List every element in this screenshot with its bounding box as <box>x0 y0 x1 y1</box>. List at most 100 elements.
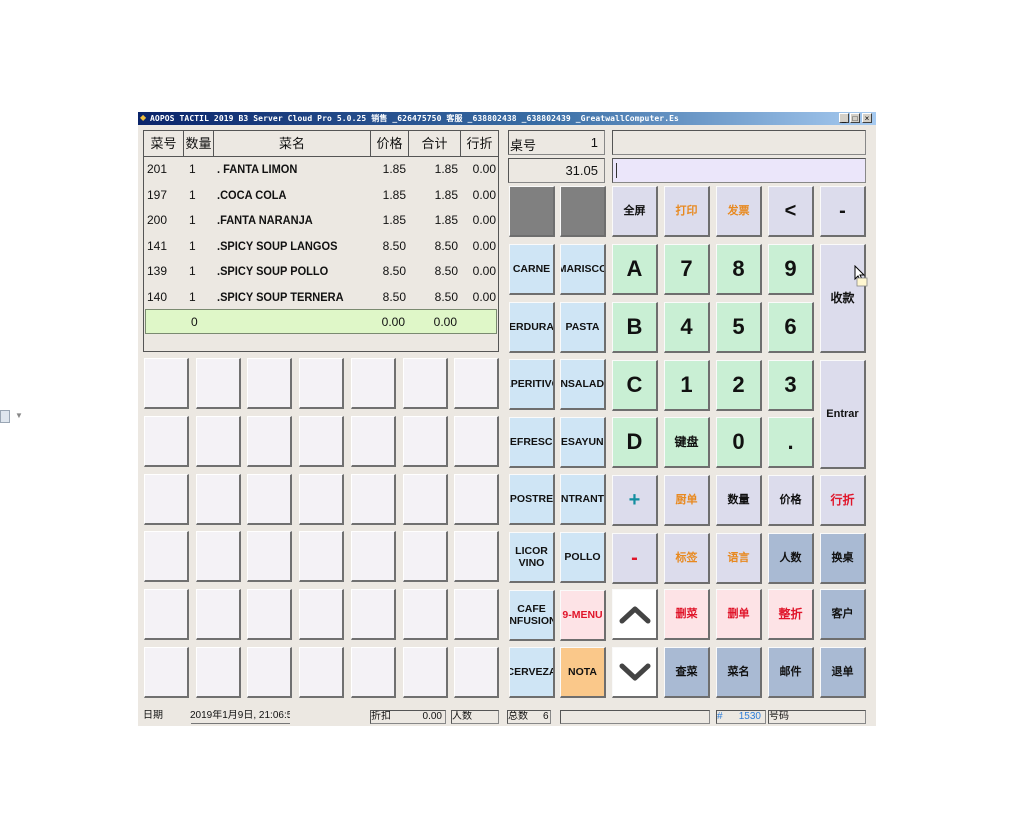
category-cafe-infusion[interactable]: CAFE INFUSION <box>509 589 555 641</box>
table-slot-button[interactable] <box>144 531 189 583</box>
print-button[interactable]: 打印 <box>664 186 710 237</box>
table-slot-button[interactable] <box>350 358 396 409</box>
backspace-button[interactable]: < <box>768 186 814 237</box>
scroll-down-button[interactable] <box>612 647 658 698</box>
table-slot-button[interactable] <box>299 473 345 525</box>
table-slot-button[interactable] <box>144 358 189 409</box>
table-slot-button[interactable] <box>402 358 448 409</box>
table-slot-button[interactable] <box>247 358 293 409</box>
table-slot-button[interactable] <box>299 589 345 641</box>
item-name-button[interactable]: 菜名 <box>716 647 762 698</box>
guests-button[interactable]: 人数 <box>768 533 814 584</box>
delete-order-button[interactable]: 删单 <box>716 589 762 640</box>
table-slot-button[interactable] <box>454 415 500 467</box>
category-verduras[interactable]: VERDURAS <box>509 301 555 353</box>
key-9[interactable]: 9 <box>768 244 814 295</box>
minimize-button[interactable]: _ <box>839 113 849 123</box>
order-row[interactable]: 197 1 .COCA COLA 1.85 1.85 0.00 <box>144 183 498 208</box>
refund-button[interactable]: 退单 <box>820 647 866 698</box>
category-ensalada[interactable]: ENSALADA <box>560 359 606 411</box>
close-button[interactable]: × <box>862 113 872 123</box>
blank-gray-button-1[interactable] <box>509 186 555 237</box>
category-nota[interactable]: NOTA <box>560 647 606 699</box>
invoice-button[interactable]: 发票 <box>716 186 762 237</box>
order-row[interactable]: 141 1 .SPICY SOUP LANGOS 8.50 8.50 0.00 <box>144 234 498 259</box>
language-button[interactable]: 语言 <box>716 533 762 584</box>
category-licor-vino[interactable]: LICOR VINO <box>509 532 555 583</box>
table-slot-button[interactable] <box>195 531 241 583</box>
table-slot-button[interactable] <box>454 647 500 698</box>
key-dot[interactable]: . <box>768 417 814 469</box>
category-aperitivo[interactable]: APERITIVO <box>509 359 555 411</box>
category-cerveza[interactable]: CERVEZA <box>509 647 555 699</box>
col-total[interactable]: 合计 <box>409 131 461 156</box>
order-row[interactable]: 140 1 .SPICY SOUP TERNERA 8.50 8.50 0.00 <box>144 285 498 310</box>
table-slot-button[interactable] <box>299 647 345 698</box>
key-d[interactable]: D <box>612 417 658 469</box>
table-slot-button[interactable] <box>247 531 293 583</box>
category-9-menu[interactable]: 9-MENU <box>560 589 606 641</box>
table-slot-button[interactable] <box>402 531 448 583</box>
key-6[interactable]: 6 <box>768 301 814 353</box>
table-slot-button[interactable] <box>454 589 500 641</box>
table-slot-button[interactable] <box>402 589 448 641</box>
table-slot-button[interactable] <box>247 647 293 698</box>
table-slot-button[interactable] <box>350 647 396 698</box>
key-a[interactable]: A <box>612 244 658 295</box>
table-slot-button[interactable] <box>350 473 396 525</box>
customer-button[interactable]: 客户 <box>820 589 866 640</box>
table-slot-button[interactable] <box>299 531 345 583</box>
col-discount[interactable]: 行折 <box>461 131 498 156</box>
table-slot-button[interactable] <box>247 589 293 641</box>
category-refresco[interactable]: REFRESCO <box>509 416 555 468</box>
search-item-button[interactable]: 查菜 <box>664 647 710 698</box>
category-carne[interactable]: CARNE <box>509 244 555 295</box>
key-2[interactable]: 2 <box>716 359 762 411</box>
table-slot-button[interactable] <box>454 531 500 583</box>
table-slot-button[interactable] <box>144 589 189 641</box>
col-qty[interactable]: 数量 <box>184 131 214 156</box>
key-5[interactable]: 5 <box>716 301 762 353</box>
table-slot-button[interactable] <box>195 473 241 525</box>
category-pollo[interactable]: POLLO <box>560 532 606 583</box>
table-slot-button[interactable] <box>350 415 396 467</box>
key-8[interactable]: 8 <box>716 244 762 295</box>
change-table-button[interactable]: 换桌 <box>820 533 866 584</box>
table-slot-button[interactable] <box>195 589 241 641</box>
mail-button[interactable]: 邮件 <box>768 647 814 698</box>
key-7[interactable]: 7 <box>664 244 710 295</box>
col-code[interactable]: 菜号 <box>144 131 184 156</box>
table-slot-button[interactable] <box>144 647 189 698</box>
key-1[interactable]: 1 <box>664 359 710 411</box>
category-entrante[interactable]: ENTRANTE <box>560 474 606 526</box>
quantity-button[interactable]: 数量 <box>716 475 762 526</box>
category-desayuno[interactable]: DESAYUNO <box>560 416 606 468</box>
table-slot-button[interactable] <box>299 415 345 467</box>
checkout-button[interactable]: 收款 <box>820 244 866 353</box>
table-slot-button[interactable] <box>247 473 293 525</box>
price-button[interactable]: 价格 <box>768 475 814 526</box>
line-discount-button[interactable]: 行折 <box>820 475 866 526</box>
order-row[interactable]: 200 1 .FANTA NARANJA 1.85 1.85 0.00 <box>144 208 498 233</box>
enter-button[interactable]: Entrar <box>820 360 866 469</box>
table-slot-button[interactable] <box>402 415 448 467</box>
table-slot-button[interactable] <box>454 473 500 525</box>
delete-item-button[interactable]: 删菜 <box>664 589 710 640</box>
table-slot-button[interactable] <box>402 647 448 698</box>
col-name[interactable]: 菜名 <box>214 131 371 156</box>
table-slot-button[interactable] <box>454 358 500 409</box>
order-row[interactable]: 139 1 .SPICY SOUP POLLO 8.50 8.50 0.00 <box>144 259 498 284</box>
category-postre[interactable]: POSTRE <box>509 474 555 526</box>
col-price[interactable]: 价格 <box>371 131 409 156</box>
key-b[interactable]: B <box>612 301 658 353</box>
category-marisco[interactable]: MARISCO <box>560 244 606 295</box>
key-0[interactable]: 0 <box>716 417 762 469</box>
order-row[interactable]: 201 1 . FANTA LIMON 1.85 1.85 0.00 <box>144 157 498 182</box>
scroll-up-button[interactable] <box>612 589 658 640</box>
table-slot-button[interactable] <box>144 473 189 525</box>
table-slot-button[interactable] <box>144 415 189 467</box>
title-bar[interactable]: ◆ AOPOS TACTIL 2019 B3 Server Cloud Pro … <box>138 112 876 125</box>
category-pasta[interactable]: PASTA <box>560 301 606 353</box>
keyboard-button[interactable]: 键盘 <box>664 417 710 469</box>
blank-gray-button-2[interactable] <box>560 186 606 237</box>
